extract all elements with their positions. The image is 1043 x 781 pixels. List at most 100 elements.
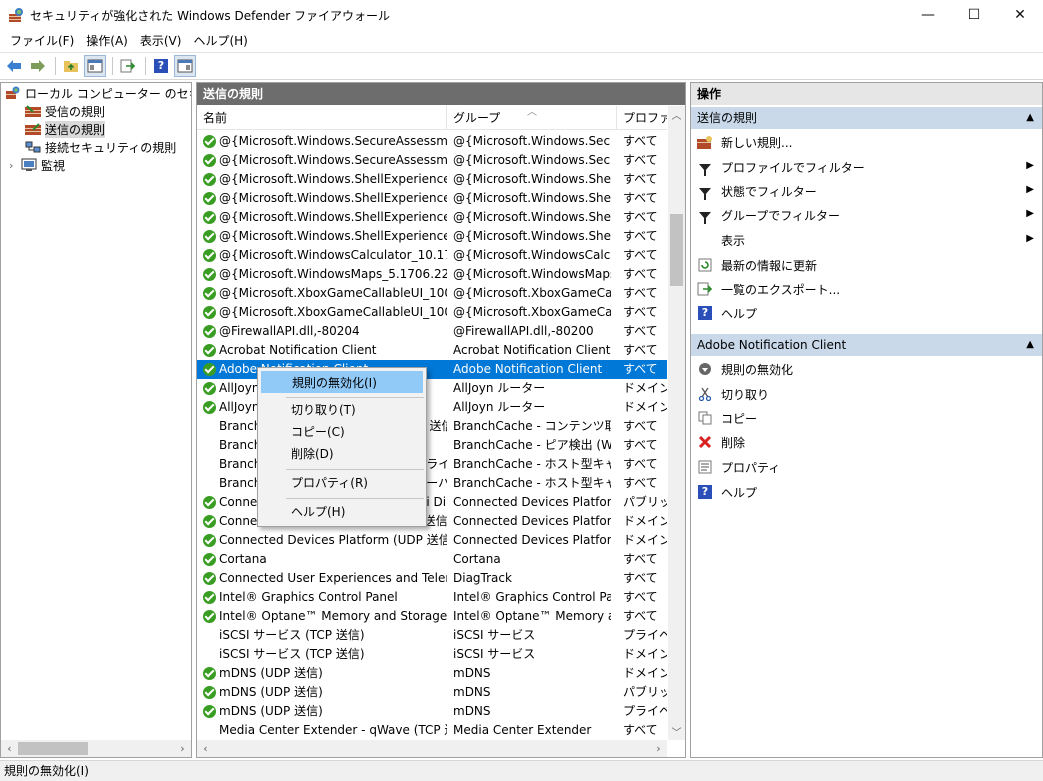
action-label: プロファイルでフィルター: [721, 160, 865, 175]
actions-section-outbound-rules[interactable]: 送信の規則 ▲: [691, 107, 1042, 129]
context-cut[interactable]: 切り取り(T): [261, 399, 423, 421]
table-row[interactable]: mDNS (UDP 送信) mDNS プライベー: [197, 702, 667, 721]
table-row[interactable]: @{Microsoft.Windows.ShellExperienceH... @…: [197, 208, 667, 227]
action-label: 規則の無効化: [721, 362, 794, 377]
menu-help[interactable]: ヘルプ(H): [187, 30, 253, 52]
scroll-left-icon[interactable]: ‹: [1, 740, 18, 757]
table-row[interactable]: mDNS (UDP 送信) mDNS パブリック: [197, 683, 667, 702]
tree-item-inbound-rules[interactable]: 受信の規則: [25, 102, 105, 120]
action-help[interactable]: ? ヘルプ: [691, 301, 1042, 325]
table-row[interactable]: Intel® Graphics Control Panel Intel® Grap…: [197, 588, 667, 607]
table-row[interactable]: @{Microsoft.Windows.ShellExperienceH... @…: [197, 170, 667, 189]
action-new-rule[interactable]: 新しい規則...: [691, 130, 1042, 154]
action-refresh[interactable]: 最新の情報に更新: [691, 253, 1042, 277]
enabled-check-icon: [203, 667, 216, 680]
rule-name-cell: @{Microsoft.Windows.ShellExperienceH...: [219, 210, 447, 224]
table-row[interactable]: iSCSI サービス (TCP 送信) iSCSI サービス ドメイン: [197, 645, 667, 664]
rule-profile-cell: ドメイン, プ: [623, 533, 667, 547]
up-folder-icon[interactable]: [60, 55, 82, 77]
forward-arrow-icon[interactable]: [27, 55, 49, 77]
table-row[interactable]: Acrobat Notification Client Acrobat Notif…: [197, 341, 667, 360]
rule-group-cell: mDNS: [453, 666, 491, 680]
context-disable-rule[interactable]: 規則の無効化(I): [261, 371, 423, 393]
back-arrow-icon[interactable]: [3, 55, 25, 77]
menu-file[interactable]: ファイル(F): [4, 30, 80, 52]
actions-section-selected-rule[interactable]: Adobe Notification Client ▲: [691, 334, 1042, 356]
action-view[interactable]: 表示 ▶: [691, 228, 1042, 252]
rule-group-cell: AllJoyn ルーター: [453, 381, 546, 395]
table-row[interactable]: mDNS (UDP 送信) mDNS ドメイン: [197, 664, 667, 683]
actions-pane-header: 操作: [691, 83, 1042, 105]
context-help[interactable]: ヘルプ(H): [261, 501, 423, 523]
rule-profile-cell: プライベー: [623, 704, 667, 718]
outbound-rules-icon: [25, 122, 41, 136]
table-row[interactable]: iSCSI サービス (TCP 送信) iSCSI サービス プライベー: [197, 626, 667, 645]
show-hide-action-pane-icon[interactable]: [174, 55, 196, 77]
table-row[interactable]: @{Microsoft.Windows.SecureAssessment... @…: [197, 132, 667, 151]
scroll-thumb[interactable]: [670, 214, 683, 286]
action-cut[interactable]: 切り取り: [691, 382, 1042, 406]
tree-item-label: 監視: [41, 158, 66, 173]
tree-item-connection-security[interactable]: 接続セキュリティの規則: [25, 138, 176, 156]
list-horizontal-scrollbar[interactable]: ‹ ›: [197, 740, 667, 757]
context-delete[interactable]: 削除(D): [261, 443, 423, 465]
collapse-up-icon[interactable]: ▲: [1026, 334, 1034, 356]
table-row[interactable]: @{Microsoft.WindowsCalculator_10.1706...…: [197, 246, 667, 265]
scroll-left-icon[interactable]: ‹: [197, 740, 214, 757]
table-row[interactable]: Connected Devices Platform (UDP 送信) Conne…: [197, 531, 667, 550]
table-row[interactable]: Connected User Experiences and Telemetry…: [197, 569, 667, 588]
scroll-up-icon[interactable]: ︿: [668, 106, 685, 123]
rule-group-cell: BranchCache - ホスト型キャッ...: [453, 457, 611, 471]
menu-action[interactable]: 操作(A): [80, 30, 134, 52]
column-header-name[interactable]: 名前: [197, 106, 447, 130]
action-filter-by-group[interactable]: グループでフィルター ▶: [691, 203, 1042, 227]
show-hide-tree-icon[interactable]: [84, 55, 106, 77]
context-properties[interactable]: プロパティ(R): [261, 472, 423, 494]
table-row[interactable]: @{Microsoft.WindowsMaps_5.1706.2261... @{…: [197, 265, 667, 284]
table-row[interactable]: @{Microsoft.Windows.SecureAssessment... @…: [197, 151, 667, 170]
collapse-up-icon[interactable]: ▲: [1026, 107, 1034, 129]
scroll-thumb[interactable]: [18, 742, 88, 755]
table-row[interactable]: @{Microsoft.Windows.ShellExperienceH... @…: [197, 189, 667, 208]
tree-item-outbound-rules[interactable]: 送信の規則: [25, 120, 106, 138]
monitoring-icon: [21, 158, 37, 172]
table-row[interactable]: @{Microsoft.XboxGameCallableUI_1000.1...…: [197, 284, 667, 303]
chevron-right-icon[interactable]: ›: [9, 159, 19, 172]
table-row[interactable]: Cortana Cortana すべて: [197, 550, 667, 569]
action-filter-by-state[interactable]: 状態でフィルター ▶: [691, 179, 1042, 203]
enabled-check-icon: [203, 306, 216, 319]
menu-view[interactable]: 表示(V): [134, 30, 188, 52]
toolbar-separator: [112, 57, 113, 75]
table-row[interactable]: @{Microsoft.XboxGameCallableUI_1000.1...…: [197, 303, 667, 322]
close-button[interactable]: ✕: [997, 0, 1043, 30]
rule-profile-cell: すべて: [623, 134, 658, 148]
minimize-button[interactable]: —: [905, 0, 951, 30]
tree-root[interactable]: ローカル コンピューター のセキュリティ: [5, 84, 191, 102]
scroll-down-icon[interactable]: ﹀: [668, 723, 685, 740]
table-row[interactable]: @FirewallAPI.dll,-80204 @FirewallAPI.dll,…: [197, 322, 667, 341]
scroll-right-icon[interactable]: ›: [650, 740, 667, 757]
list-vertical-scrollbar[interactable]: ︿ ﹀: [668, 106, 685, 740]
export-list-icon[interactable]: [117, 55, 139, 77]
table-row[interactable]: Intel® Optane™ Memory and Storage M... In…: [197, 607, 667, 626]
help-icon[interactable]: ?: [150, 55, 172, 77]
action-help-rule[interactable]: ? ヘルプ: [691, 480, 1042, 504]
table-row[interactable]: @{Microsoft.Windows.ShellExperienceH... @…: [197, 227, 667, 246]
action-filter-by-profile[interactable]: プロファイルでフィルター ▶: [691, 155, 1042, 179]
context-copy[interactable]: コピー(C): [261, 421, 423, 443]
action-export-list[interactable]: 一覧のエクスポート...: [691, 277, 1042, 301]
new-rule-icon: [697, 134, 713, 150]
action-properties[interactable]: プロパティ: [691, 455, 1042, 479]
maximize-button[interactable]: ☐: [951, 0, 997, 30]
tree-horizontal-scrollbar[interactable]: ‹ ›: [1, 740, 191, 757]
action-disable-rule[interactable]: 規則の無効化: [691, 357, 1042, 381]
rule-group-cell: Intel® Optane™ Memory an...: [453, 609, 611, 623]
action-delete[interactable]: 削除: [691, 430, 1042, 454]
table-row[interactable]: Media Center Extender - qWave (TCP 送信) Me…: [197, 721, 667, 740]
menu-separator: [286, 397, 424, 398]
action-copy[interactable]: コピー: [691, 406, 1042, 430]
rule-profile-cell: すべて: [623, 172, 658, 186]
column-header-profile[interactable]: プロファイ: [617, 106, 667, 130]
tree-item-monitoring[interactable]: › 監視: [9, 156, 65, 174]
scroll-right-icon[interactable]: ›: [174, 740, 191, 757]
